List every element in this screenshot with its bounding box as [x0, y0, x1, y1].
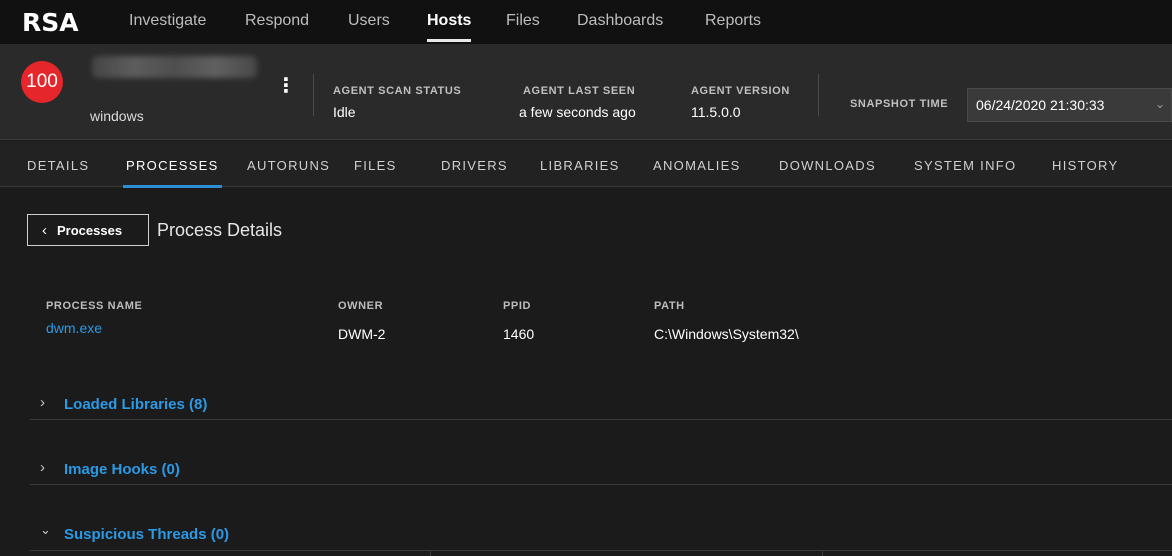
- host-tab-bar: DETAILS PROCESSES AUTORUNS FILES DRIVERS…: [0, 141, 1172, 188]
- risk-score-badge[interactable]: 100: [21, 61, 63, 103]
- page-title: Process Details: [157, 220, 283, 240]
- process-details-panel: ‹ Processes Process Details PROCESS NAME…: [0, 188, 1172, 556]
- section-suspicious-threads[interactable]: ⌄ Suspicious Threads (0): [30, 518, 1172, 550]
- rsa-logo[interactable]: RSA: [22, 8, 79, 37]
- nav-investigate[interactable]: Investigate: [129, 12, 206, 30]
- section-image-hooks[interactable]: › Image Hooks (0): [30, 453, 1172, 485]
- section-loaded-libraries[interactable]: › Loaded Libraries (8): [30, 388, 1172, 420]
- section-title: Loaded Libraries (8): [64, 396, 208, 413]
- tab-system-info[interactable]: SYSTEM INFO: [914, 158, 1016, 173]
- tab-history[interactable]: HISTORY: [1052, 158, 1118, 173]
- owner-label: OWNER: [338, 300, 384, 312]
- agent-last-seen-value: a few seconds ago: [519, 104, 636, 120]
- tab-downloads[interactable]: DOWNLOADS: [779, 158, 876, 173]
- tab-autoruns[interactable]: AUTORUNS: [247, 158, 330, 173]
- section-title: Image Hooks (0): [64, 461, 180, 478]
- agent-scan-status-value: Idle: [333, 104, 356, 120]
- threads-table-header: [30, 550, 1172, 556]
- host-os: windows: [90, 108, 144, 124]
- tab-files[interactable]: FILES: [354, 158, 397, 173]
- tab-anomalies[interactable]: ANOMALIES: [653, 158, 741, 173]
- section-title: Suspicious Threads (0): [64, 526, 230, 543]
- back-to-processes-button[interactable]: ‹ Processes: [27, 214, 149, 246]
- tab-libraries[interactable]: LIBRARIES: [540, 158, 620, 173]
- owner-value: DWM-2: [338, 326, 386, 342]
- top-nav: RSA Investigate Respond Users Hosts File…: [0, 0, 1172, 44]
- host-header: 100 windows ⋮ AGENT SCAN STATUS Idle AGE…: [0, 44, 1172, 140]
- chevron-down-icon: ⌄: [1154, 97, 1165, 111]
- path-value: C:\Windows\System32\: [654, 326, 799, 342]
- ppid-value: 1460: [503, 326, 535, 342]
- agent-scan-status-label: AGENT SCAN STATUS: [333, 85, 462, 97]
- nav-users[interactable]: Users: [348, 12, 390, 30]
- host-name-redacted: [92, 56, 257, 78]
- nav-hosts[interactable]: Hosts: [427, 12, 472, 42]
- nav-files[interactable]: Files: [506, 12, 540, 30]
- tab-drivers[interactable]: DRIVERS: [441, 158, 508, 173]
- path-label: PATH: [654, 300, 685, 312]
- process-name-label: PROCESS NAME: [46, 300, 143, 312]
- chevron-down-icon: ⌄: [40, 522, 51, 537]
- agent-version-label: AGENT VERSION: [691, 85, 790, 97]
- column-divider: [430, 551, 431, 556]
- chevron-right-icon: ›: [40, 459, 45, 476]
- snapshot-time-select[interactable]: 06/24/2020 21:30:33 ⌄: [967, 88, 1172, 122]
- chevron-left-icon: ‹: [42, 221, 47, 239]
- agent-version-value: 11.5.0.0: [691, 104, 741, 120]
- nav-dashboards[interactable]: Dashboards: [577, 12, 663, 30]
- divider: [313, 74, 314, 116]
- back-button-label: Processes: [57, 222, 123, 238]
- ppid-label: PPID: [503, 300, 532, 312]
- snapshot-time-label: SNAPSHOT TIME: [850, 98, 949, 110]
- column-divider: [822, 551, 823, 556]
- chevron-right-icon: ›: [40, 394, 45, 411]
- agent-last-seen-label: AGENT LAST SEEN: [523, 85, 636, 97]
- nav-reports[interactable]: Reports: [705, 12, 761, 30]
- more-actions-icon[interactable]: ⋮: [276, 76, 296, 96]
- divider: [818, 74, 819, 116]
- process-name-link[interactable]: dwm.exe: [46, 320, 102, 336]
- snapshot-time-value: 06/24/2020 21:30:33: [976, 97, 1105, 113]
- tab-details[interactable]: DETAILS: [27, 158, 89, 173]
- tab-processes[interactable]: PROCESSES: [123, 158, 222, 188]
- nav-respond[interactable]: Respond: [245, 12, 309, 30]
